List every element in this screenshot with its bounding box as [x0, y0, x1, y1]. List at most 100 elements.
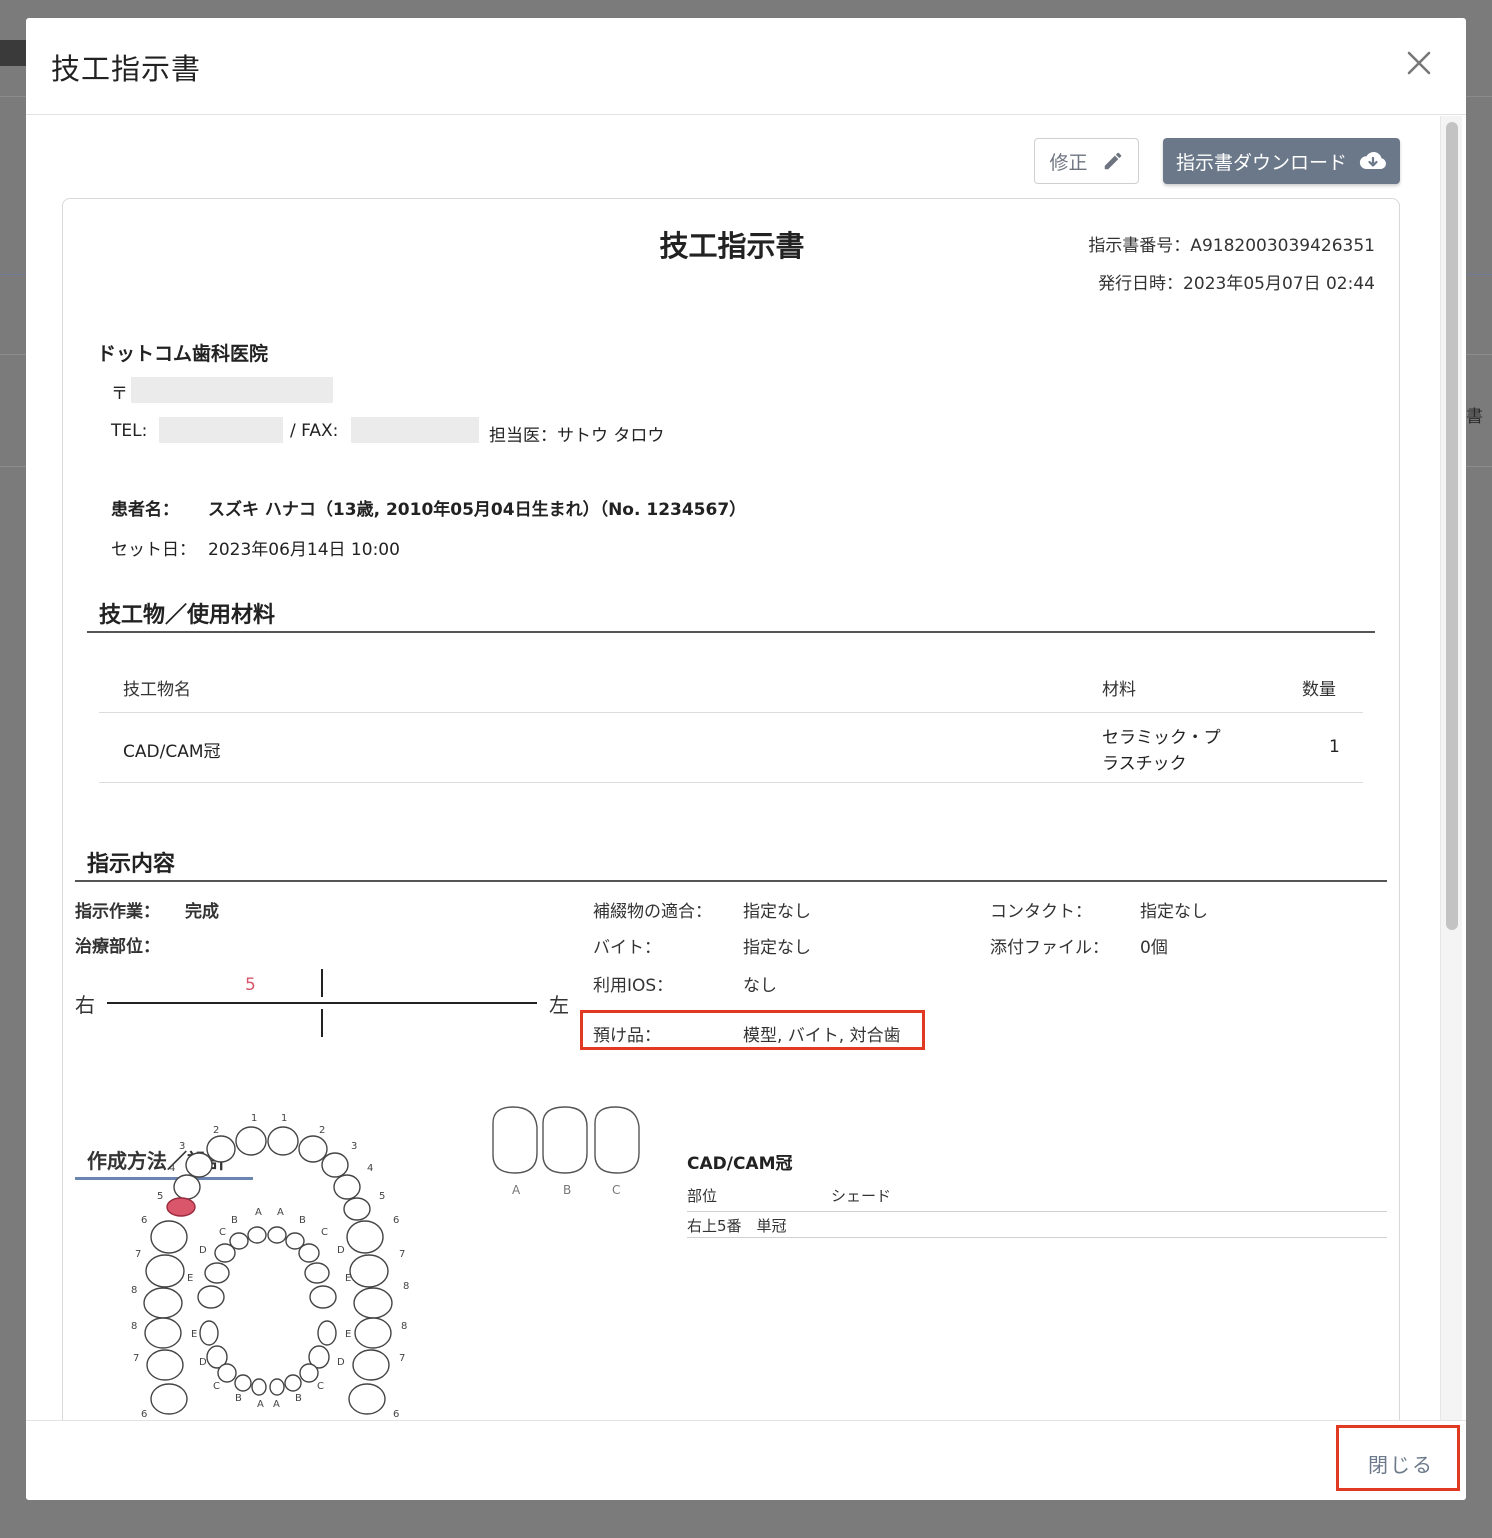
pencil-icon — [1104, 152, 1121, 170]
svg-text:8: 8 — [131, 1285, 137, 1296]
row-material-line2: ラスチック — [1102, 754, 1187, 774]
svg-text:D: D — [337, 1357, 345, 1368]
cad-header-shade: シェード — [831, 1187, 892, 1205]
svg-text:A: A — [273, 1399, 280, 1410]
materials-section-title: 技工物／使用材料 — [99, 603, 276, 628]
svg-text:A: A — [257, 1399, 264, 1410]
cad-row-site: 右上5番 単冠 — [687, 1217, 787, 1235]
patient-label: 患者名： — [111, 500, 179, 520]
work-label: 指示作業： — [75, 902, 160, 922]
selected-tooth — [166, 1197, 196, 1217]
svg-text:C: C — [321, 1227, 328, 1238]
contact-label: コンタクト： — [990, 902, 1092, 922]
svg-text:8: 8 — [131, 1321, 137, 1332]
svg-text:A: A — [255, 1207, 262, 1218]
document-number: 指示書番号：A9182003039426351 — [1088, 236, 1375, 256]
svg-text:8: 8 — [403, 1281, 409, 1292]
shade-label-c: C — [612, 1183, 621, 1197]
svg-text:2: 2 — [213, 1125, 219, 1136]
svg-text:C: C — [213, 1381, 220, 1392]
svg-text:C: C — [317, 1381, 324, 1392]
svg-text:A: A — [277, 1207, 284, 1218]
svg-text:D: D — [199, 1357, 207, 1368]
svg-text:6: 6 — [393, 1215, 399, 1226]
contact-value: 指定なし — [1140, 902, 1208, 922]
set-date-value: 2023年06月14日 10:00 — [208, 540, 400, 560]
edit-button-label: 修正 — [1049, 151, 1088, 174]
dental-arch-diagram: 11 22 33 44 55 66 77 88 AA BB CC DD EE 8… — [131, 1113, 409, 1420]
redacted-address — [131, 377, 333, 403]
svg-text:6: 6 — [141, 1409, 147, 1420]
svg-text:E: E — [345, 1273, 351, 1284]
svg-text:7: 7 — [399, 1353, 405, 1364]
clinic-name: ドットコム歯科医院 — [97, 343, 269, 365]
tel-label: TEL: — [111, 421, 148, 441]
svg-text:7: 7 — [135, 1249, 141, 1260]
row-quantity: 1 — [1329, 737, 1340, 757]
svg-text:6: 6 — [393, 1409, 399, 1420]
modal-title: 技工指示書 — [51, 52, 202, 86]
materials-section-rule — [87, 631, 1375, 633]
col-header-material: 材料 — [1102, 680, 1136, 700]
svg-text:5: 5 — [379, 1191, 385, 1202]
bite-value: 指定なし — [743, 938, 811, 958]
download-button[interactable]: 指示書ダウンロード — [1163, 138, 1400, 184]
modal-body: 修正 指示書ダウンロード 技工指示書 指示書番号：A91820030394263… — [26, 116, 1466, 1420]
svg-text:B: B — [295, 1393, 302, 1404]
attachment-value: 0個 — [1140, 938, 1168, 958]
svg-text:E: E — [191, 1329, 197, 1340]
svg-text:2: 2 — [319, 1125, 325, 1136]
marked-tooth-number: 5 — [245, 975, 256, 995]
svg-text:B: B — [231, 1215, 238, 1226]
tooth-chart-vertical-lower — [321, 1009, 323, 1037]
tooth-chart-vertical-upper — [321, 969, 323, 997]
svg-text:4: 4 — [169, 1163, 175, 1174]
fit-value: 指定なし — [743, 902, 811, 922]
cad-header-site: 部位 — [687, 1187, 718, 1205]
attachment-label: 添付ファイル： — [990, 938, 1109, 958]
redacted-tel — [159, 417, 283, 443]
svg-text:B: B — [235, 1393, 242, 1404]
svg-text:C: C — [219, 1227, 226, 1238]
cad-section-title: CAD/CAM冠 — [687, 1154, 793, 1174]
table-divider — [99, 782, 1363, 783]
set-date-label: セット日： — [111, 540, 196, 560]
instruction-document: 技工指示書 指示書番号：A9182003039426351 発行日時：2023年… — [62, 198, 1400, 1420]
instructions-section-title: 指示内容 — [87, 852, 176, 877]
bite-label: バイト： — [593, 938, 661, 958]
shade-label-a: A — [512, 1183, 521, 1197]
download-button-label: 指示書ダウンロード — [1175, 151, 1347, 174]
issue-datetime: 発行日時：2023年05月07日 02:44 — [1098, 274, 1375, 294]
svg-text:3: 3 — [179, 1141, 185, 1152]
col-header-quantity: 数量 — [1302, 680, 1336, 700]
svg-text:B: B — [299, 1215, 306, 1226]
scrollbar-thumb[interactable] — [1446, 122, 1458, 930]
instructions-section-rule — [75, 880, 1387, 882]
col-header-name: 技工物名 — [123, 680, 191, 700]
table-divider — [99, 712, 1363, 713]
svg-text:1: 1 — [281, 1113, 287, 1124]
svg-text:D: D — [337, 1245, 345, 1256]
scrollbar[interactable] — [1440, 116, 1462, 1420]
svg-text:E: E — [345, 1329, 351, 1340]
edit-button[interactable]: 修正 — [1034, 138, 1139, 184]
deposit-highlight — [580, 1010, 925, 1050]
close-button-highlight — [1336, 1425, 1460, 1491]
svg-text:5: 5 — [157, 1191, 163, 1202]
close-icon[interactable] — [1404, 48, 1434, 78]
modal-footer: 閉じる — [26, 1420, 1466, 1500]
right-label: 右 — [75, 993, 95, 1017]
cad-table-divider — [687, 1237, 1387, 1238]
postal-code-label: 〒 — [111, 384, 128, 404]
svg-text:3: 3 — [351, 1141, 357, 1152]
svg-text:6: 6 — [141, 1215, 147, 1226]
tooth-chart-horizontal — [107, 1002, 537, 1004]
svg-text:D: D — [199, 1245, 207, 1256]
cad-table-divider — [687, 1211, 1387, 1212]
ios-value: なし — [743, 976, 777, 996]
fax-label: / FAX: — [290, 421, 339, 441]
ios-label: 利用IOS： — [593, 976, 674, 996]
treatment-site-label: 治療部位： — [75, 937, 160, 957]
fit-label: 補綴物の適合： — [593, 902, 712, 922]
svg-text:7: 7 — [133, 1353, 139, 1364]
